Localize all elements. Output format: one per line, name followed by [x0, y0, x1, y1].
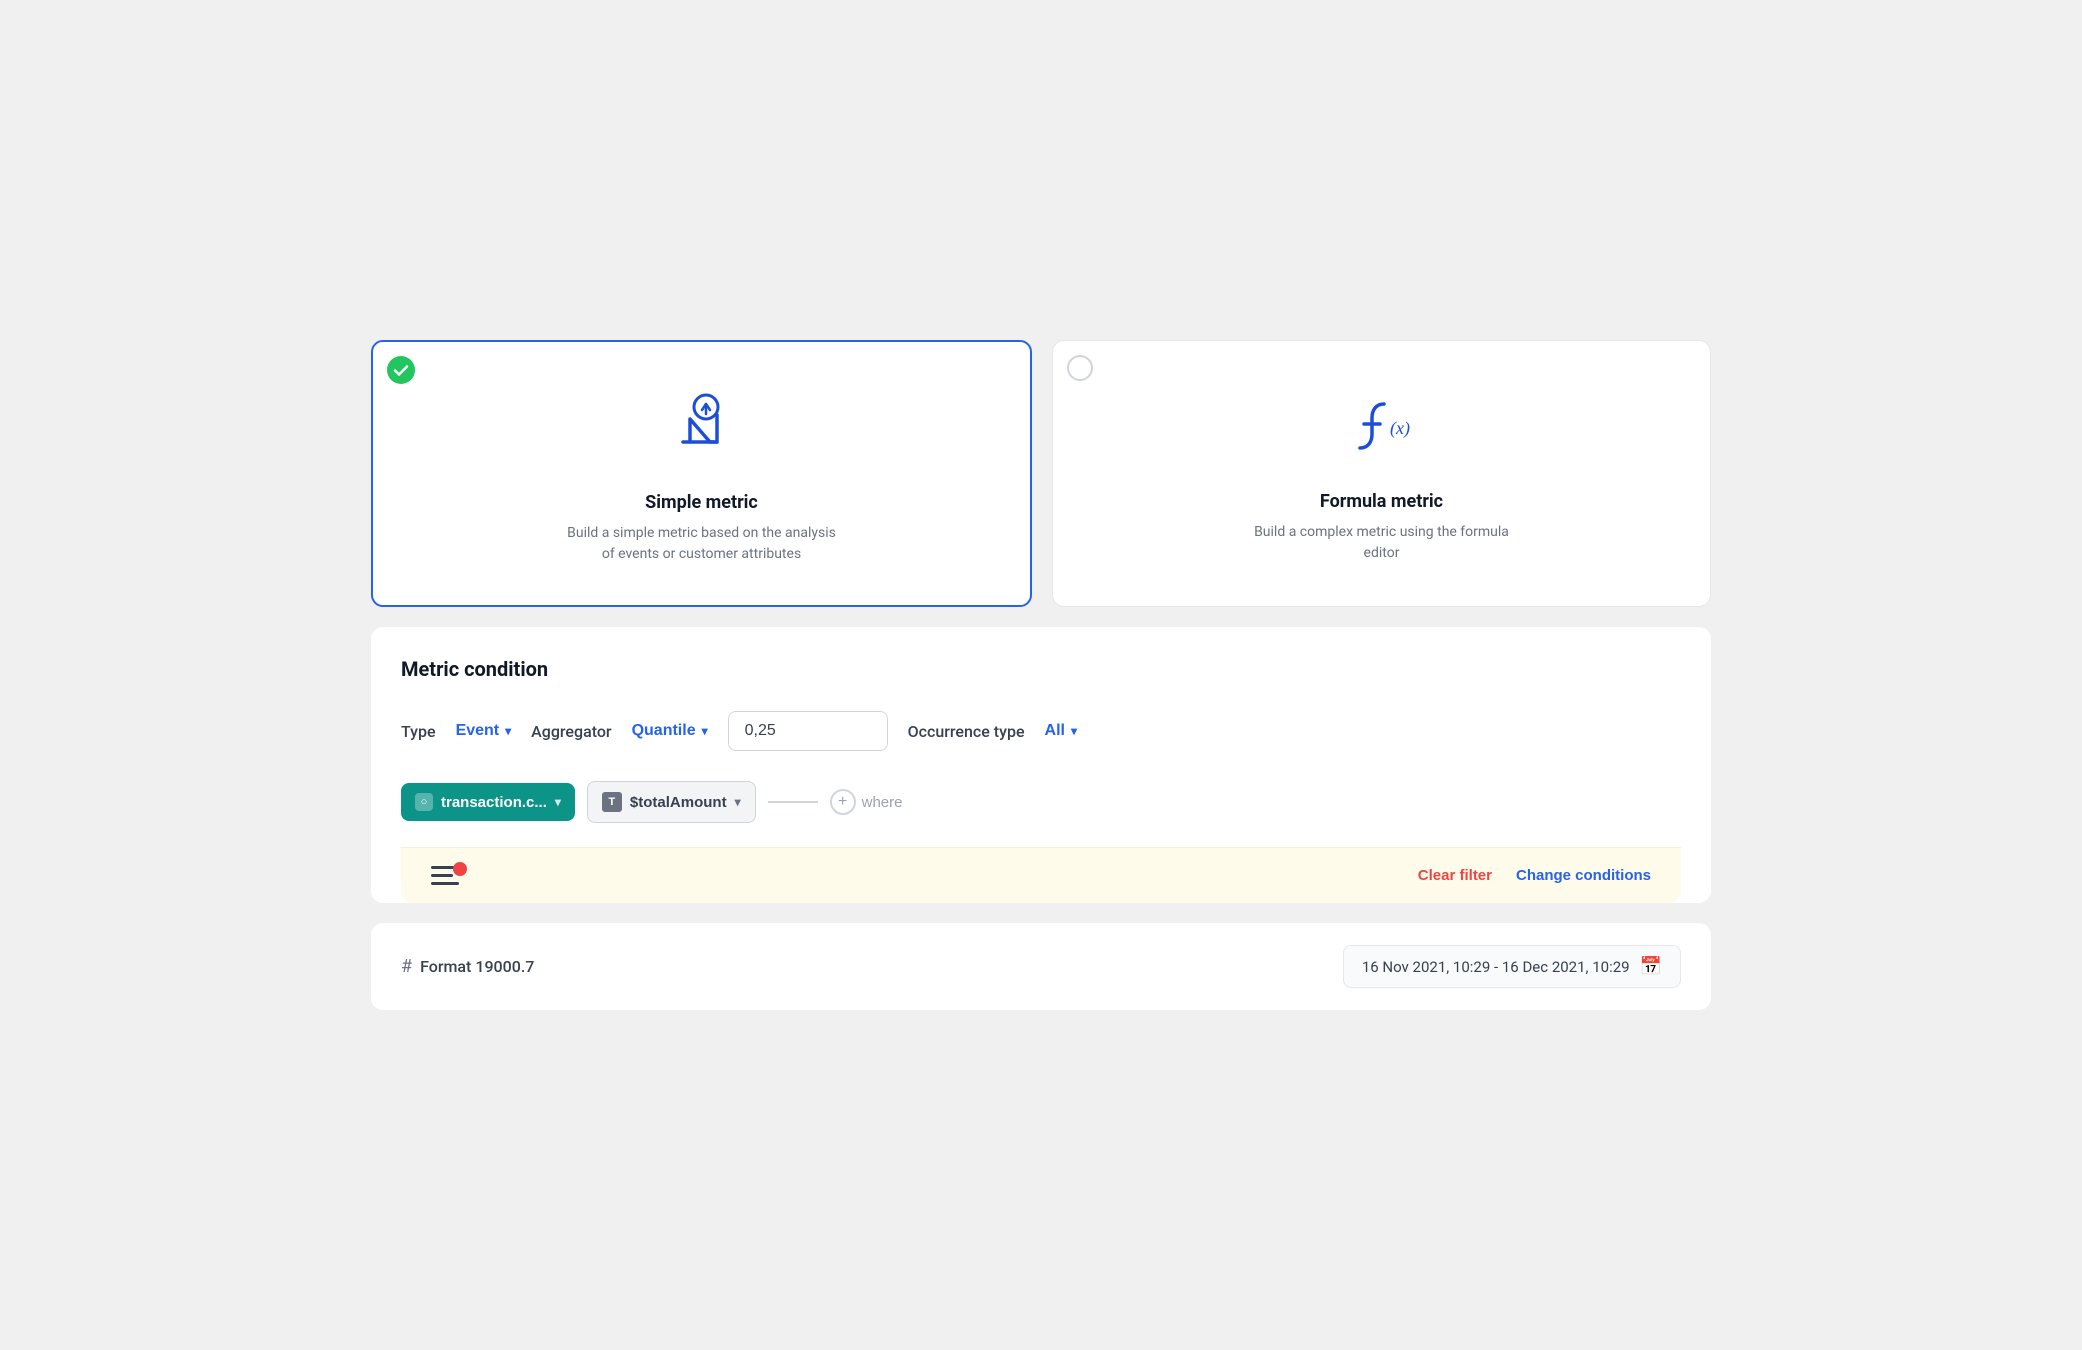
where-plus-icon: +	[830, 789, 856, 815]
aggregator-dropdown[interactable]: Quantile ▾	[632, 722, 708, 740]
format-hash-icon: #	[401, 956, 412, 977]
occurrence-chevron-icon: ▾	[1071, 724, 1077, 738]
aggregator-label: Aggregator	[531, 722, 611, 741]
type-dropdown[interactable]: Event ▾	[456, 722, 512, 740]
where-button[interactable]: + where	[830, 789, 903, 815]
date-range-text: 16 Nov 2021, 10:29 - 16 Dec 2021, 10:29	[1362, 958, 1630, 976]
field-name: $totalAmount	[630, 794, 727, 811]
metric-type-section: Simple metric Build a simple metric base…	[371, 340, 1711, 607]
type-value: Event	[456, 722, 500, 740]
condition-section-title: Metric condition	[401, 657, 1681, 681]
field-type-icon: T	[602, 792, 622, 812]
simple-metric-card[interactable]: Simple metric Build a simple metric base…	[371, 340, 1032, 607]
filter-row: ○ transaction.c... ▾ T $totalAmount ▾ + …	[401, 781, 1681, 847]
event-name: transaction.c...	[441, 794, 547, 811]
simple-metric-icon	[657, 382, 747, 472]
clear-filter-button[interactable]: Clear filter	[1418, 867, 1492, 884]
where-label: where	[862, 794, 903, 811]
formula-metric-card[interactable]: (x) Formula metric Build a complex metri…	[1052, 340, 1711, 607]
event-chevron-icon: ▾	[555, 795, 561, 809]
formula-metric-desc: Build a complex metric using the formula…	[1242, 522, 1522, 564]
event-type-icon: ○	[415, 793, 433, 811]
unselected-radio-icon	[1067, 355, 1093, 381]
svg-text:(x): (x)	[1390, 418, 1410, 439]
format-label: Format 19000.7	[420, 957, 534, 976]
selected-check-icon	[387, 356, 415, 384]
formula-metric-icon: (x)	[1337, 381, 1427, 471]
formula-metric-title: Formula metric	[1320, 491, 1443, 512]
occurrence-type-dropdown[interactable]: All ▾	[1045, 722, 1077, 740]
connector-line	[768, 801, 818, 803]
event-dropdown[interactable]: ○ transaction.c... ▾	[401, 783, 575, 821]
type-label: Type	[401, 722, 436, 741]
aggregator-chevron-icon: ▾	[702, 724, 708, 738]
metric-condition-section: Metric condition Type Event ▾ Aggregator…	[371, 627, 1711, 903]
simple-metric-title: Simple metric	[645, 492, 758, 513]
condition-controls-row: Type Event ▾ Aggregator Quantile ▾ Occur…	[401, 711, 1681, 751]
format-display: # Format 19000.7	[401, 956, 534, 977]
footer-section: # Format 19000.7 16 Nov 2021, 10:29 - 16…	[371, 923, 1711, 1010]
type-chevron-icon: ▾	[505, 724, 511, 738]
alert-icon	[431, 866, 461, 885]
alert-actions: Clear filter Change conditions	[1418, 867, 1651, 884]
quantile-input[interactable]	[728, 711, 888, 751]
date-range-picker[interactable]: 16 Nov 2021, 10:29 - 16 Dec 2021, 10:29 …	[1343, 945, 1681, 988]
aggregator-value: Quantile	[632, 722, 696, 740]
simple-metric-desc: Build a simple metric based on the analy…	[562, 523, 842, 565]
calendar-icon: 📅	[1640, 956, 1662, 977]
field-chevron-icon: ▾	[735, 795, 741, 809]
change-conditions-button[interactable]: Change conditions	[1516, 867, 1651, 884]
occurrence-type-label: Occurrence type	[908, 722, 1025, 741]
alert-bar: Clear filter Change conditions	[401, 847, 1681, 903]
field-dropdown[interactable]: T $totalAmount ▾	[587, 781, 756, 823]
occurrence-type-value: All	[1045, 722, 1065, 740]
